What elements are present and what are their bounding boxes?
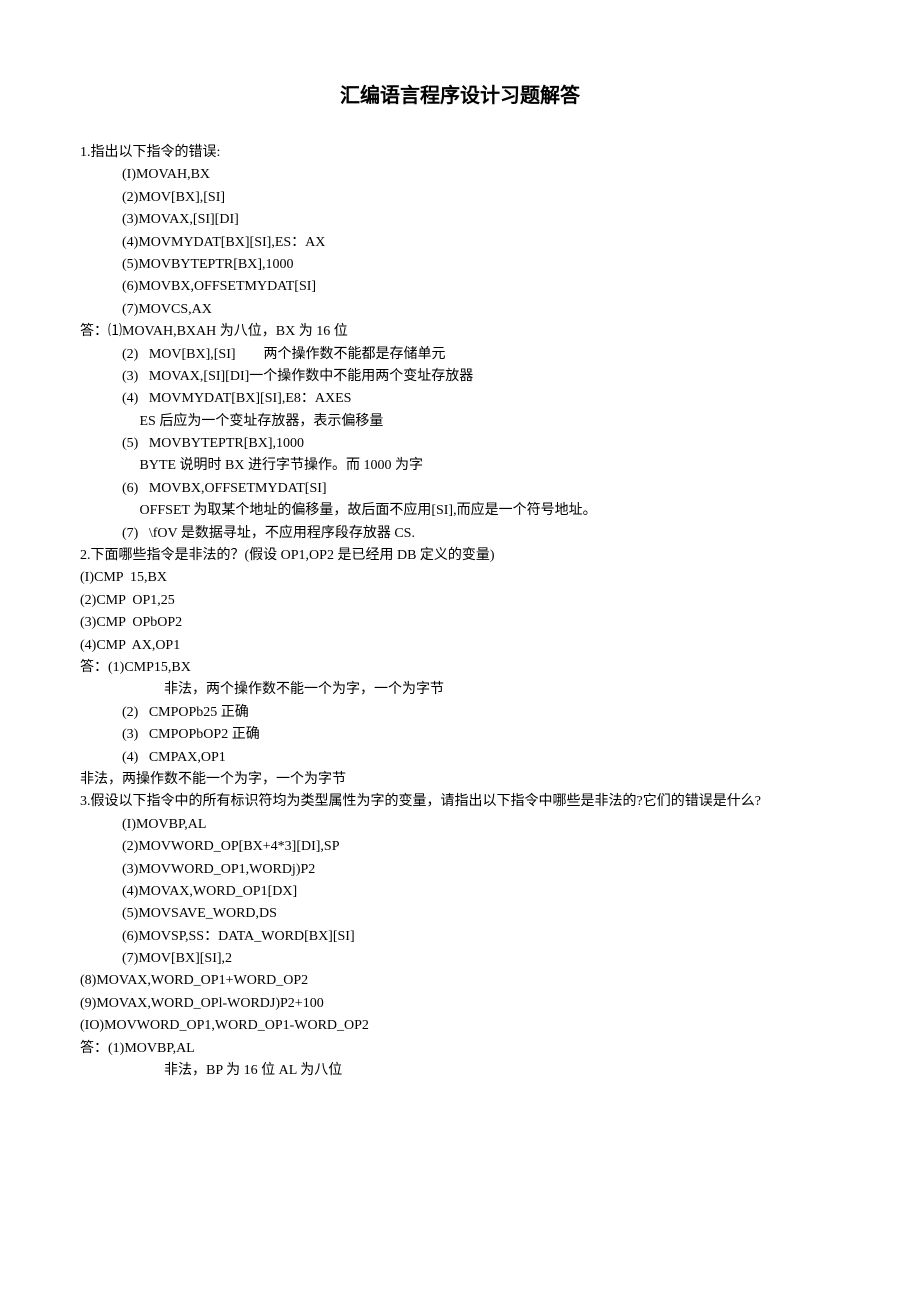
q2-header: 2.下面哪些指令是非法的？(假设 OP1,OP2 是已经用 DB 定义的变量): [80, 545, 840, 567]
q1-answer: (4) MOVMYDAT[BX][SI],E8：AXES: [80, 388, 840, 410]
q2-item: (3)CMP OPbOP2: [80, 612, 840, 634]
q2-item: (I)CMP 15,BX: [80, 567, 840, 589]
q3-item: (3)MOVWORD_OP1,WORDj)P2: [80, 859, 840, 881]
q3-header: 3.假设以下指令中的所有标识符均为类型属性为字的变量，请指出以下指令中哪些是非法…: [80, 791, 840, 813]
q1-answer-header: 答：⑴MOVAH,BXAH 为八位，BX 为 16 位: [80, 321, 840, 343]
q1-item: (6)MOVBX,OFFSETMYDAT[SI]: [80, 276, 840, 298]
q2-footer: 非法，两操作数不能一个为字，一个为字节: [80, 769, 840, 791]
q1-answer: (3) MOVAX,[SI][DI]一个操作数中不能用两个变址存放器: [80, 366, 840, 388]
q3-item: (I)MOVBP,AL: [80, 814, 840, 836]
q1-item: (2)MOV[BX],[SI]: [80, 187, 840, 209]
q3-item: (5)MOVSAVE_WORD,DS: [80, 903, 840, 925]
q1-item: (3)MOVAX,[SI][DI]: [80, 209, 840, 231]
q1-item: (5)MOVBYTEPTR[BX],1000: [80, 254, 840, 276]
q2-item: (4)CMP AX,OP1: [80, 635, 840, 657]
q1-item: (I)MOVAH,BX: [80, 164, 840, 186]
q3-item: (2)MOVWORD_OP[BX+4*3][DI],SP: [80, 836, 840, 858]
q1-answer: (6) MOVBX,OFFSETMYDAT[SI]: [80, 478, 840, 500]
q3-item: (4)MOVAX,WORD_OP1[DX]: [80, 881, 840, 903]
q2-answer: (4) CMPAX,OP1: [80, 747, 840, 769]
q2-answer-indent: 非法，两个操作数不能一个为字，一个为字节: [80, 679, 840, 701]
q3-answer-header: 答：(1)MOVBP,AL: [80, 1038, 840, 1060]
q2-item: (2)CMP OP1,25: [80, 590, 840, 612]
q3-answer-indent: 非法，BP 为 16 位 AL 为八位: [80, 1060, 840, 1082]
page-title: 汇编语言程序设计习题解答: [80, 80, 840, 112]
q1-header: 1.指出以下指令的错误:: [80, 142, 840, 164]
q1-item: (7)MOVCS,AX: [80, 299, 840, 321]
q1-answer: (2) MOV[BX],[SI] 两个操作数不能都是存储单元: [80, 344, 840, 366]
q1-answer: (7) \fOV 是数据寻址，不应用程序段存放器 CS.: [80, 523, 840, 545]
q1-answer: OFFSET 为取某个地址的偏移量，故后面不应用[SI],而应是一个符号地址。: [80, 500, 840, 522]
q3-item: (7)MOV[BX][SI],2: [80, 948, 840, 970]
q3-item: (IO)MOVWORD_OP1,WORD_OP1-WORD_OP2: [80, 1015, 840, 1037]
q2-answer: (3) CMPOPbOP2 正确: [80, 724, 840, 746]
q1-item: (4)MOVMYDAT[BX][SI],ES：AX: [80, 232, 840, 254]
q1-answer: BYTE 说明时 BX 进行字节操作。而 1000 为字: [80, 455, 840, 477]
q2-answer-header: 答：(1)CMP15,BX: [80, 657, 840, 679]
q3-item: (8)MOVAX,WORD_OP1+WORD_OP2: [80, 970, 840, 992]
q1-answer: (5) MOVBYTEPTR[BX],1000: [80, 433, 840, 455]
q2-answer: (2) CMPOPb25 正确: [80, 702, 840, 724]
q3-item: (6)MOVSP,SS：DATA_WORD[BX][SI]: [80, 926, 840, 948]
q3-item: (9)MOVAX,WORD_OPl-WORDJ)P2+100: [80, 993, 840, 1015]
q1-answer: ES 后应为一个变址存放器，表示偏移量: [80, 411, 840, 433]
